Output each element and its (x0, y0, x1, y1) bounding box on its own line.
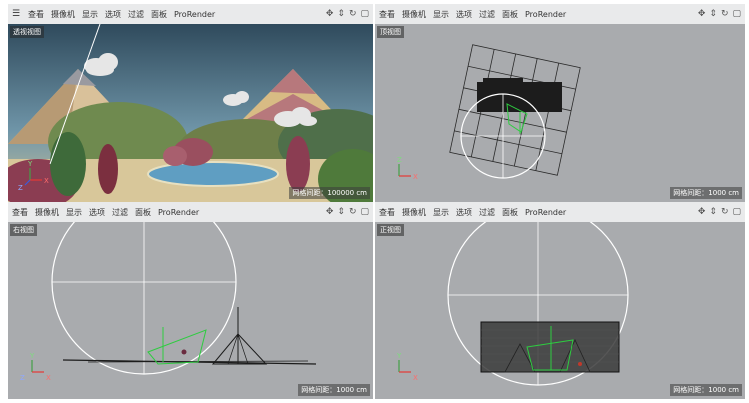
menu-prorender[interactable]: ProRender (174, 10, 215, 19)
svg-text:Z: Z (20, 374, 25, 382)
svg-text:Y: Y (29, 352, 35, 360)
menu-panel[interactable]: 面板 (151, 9, 167, 20)
svg-text:X: X (413, 374, 418, 382)
menu-display[interactable]: 显示 (82, 9, 98, 20)
menu-display[interactable]: 显示 (433, 9, 449, 20)
front-scene: Y X (396, 222, 629, 386)
nav-icons: ✥ ⇕ ↻ ▢ (694, 202, 741, 222)
viewport-label: 右视图 (10, 224, 37, 236)
viewport-top[interactable]: Z X 顶视图 网格间距：1000 cm (375, 24, 745, 202)
zoom-icon[interactable]: ⇕ (337, 9, 345, 19)
viewport-perspective[interactable]: Y X Z 透视视图 网格间距：100000 cm (8, 24, 373, 202)
menu-display[interactable]: 显示 (433, 207, 449, 218)
grid-spacing-label: 网格间距：1000 cm (298, 384, 370, 396)
nav-icons: ✥ ⇕ ↻ ▢ (322, 4, 369, 24)
menu-view[interactable]: 查看 (12, 207, 28, 218)
menu-view[interactable]: 查看 (28, 9, 44, 20)
menu-view[interactable]: 查看 (379, 207, 395, 218)
menu-view[interactable]: 查看 (379, 9, 395, 20)
menu-prorender[interactable]: ProRender (525, 208, 566, 217)
move-icon[interactable]: ✥ (698, 207, 706, 217)
svg-text:Z: Z (18, 184, 23, 192)
rotate-icon[interactable]: ↻ (349, 9, 357, 19)
menu-panel[interactable]: 面板 (502, 9, 518, 20)
menu-options[interactable]: 选项 (456, 207, 472, 218)
perspective-scene: Y X Z (8, 24, 373, 202)
rotate-icon[interactable]: ↻ (721, 9, 729, 19)
menubar-perspective: ☰ 查看 摄像机 显示 选项 过滤 面板 ProRender ✥ ⇕ ↻ ▢ (8, 4, 373, 24)
viewport-label: 顶视图 (377, 26, 404, 38)
menu-prorender[interactable]: ProRender (525, 10, 566, 19)
menu-display[interactable]: 显示 (66, 207, 82, 218)
menu-filter[interactable]: 过滤 (128, 9, 144, 20)
viewport-label: 透视视图 (10, 26, 44, 38)
menu-options[interactable]: 选项 (456, 9, 472, 20)
svg-text:Y: Y (396, 352, 402, 360)
grid-spacing-label: 网格间距：1000 cm (670, 384, 742, 396)
maximize-icon[interactable]: ▢ (360, 9, 369, 19)
viewport-front[interactable]: Y X 正视图 网格间距：1000 cm (375, 222, 745, 399)
viewport-layout: ☰ 查看 摄像机 显示 选项 过滤 面板 ProRender ✥ ⇕ ↻ ▢ 查… (0, 0, 749, 403)
nav-icons: ✥ ⇕ ↻ ▢ (322, 202, 369, 222)
maximize-icon[interactable]: ▢ (360, 207, 369, 217)
rotate-icon[interactable]: ↻ (721, 207, 729, 217)
menu-options[interactable]: 选项 (89, 207, 105, 218)
menu-panel[interactable]: 面板 (135, 207, 151, 218)
grid-spacing-label: 网格间距：100000 cm (289, 187, 370, 199)
zoom-icon[interactable]: ⇕ (709, 207, 717, 217)
svg-text:X: X (413, 173, 418, 181)
menu-filter[interactable]: 过滤 (112, 207, 128, 218)
rotate-icon[interactable]: ↻ (349, 207, 357, 217)
menu-filter[interactable]: 过滤 (479, 9, 495, 20)
menubar-top: 查看 摄像机 显示 选项 过滤 面板 ProRender ✥ ⇕ ↻ ▢ (375, 4, 745, 24)
move-icon[interactable]: ✥ (326, 207, 334, 217)
top-scene: Z X (397, 44, 581, 181)
svg-text:Z: Z (397, 156, 402, 164)
grid-spacing-label: 网格间距：1000 cm (670, 187, 742, 199)
menubar-front: 查看 摄像机 显示 选项 过滤 面板 ProRender ✥ ⇕ ↻ ▢ (375, 202, 745, 222)
svg-text:Y: Y (27, 160, 33, 168)
menu-icon[interactable]: ☰ (12, 9, 22, 19)
zoom-icon[interactable]: ⇕ (337, 207, 345, 217)
menubar-right: 查看 摄像机 显示 选项 过滤 面板 ProRender ✥ ⇕ ↻ ▢ (8, 202, 373, 222)
move-icon[interactable]: ✥ (698, 9, 706, 19)
menu-camera[interactable]: 摄像机 (402, 207, 426, 218)
menu-camera[interactable]: 摄像机 (35, 207, 59, 218)
svg-text:X: X (44, 177, 49, 185)
menu-camera[interactable]: 摄像机 (402, 9, 426, 20)
maximize-icon[interactable]: ▢ (732, 207, 741, 217)
menu-panel[interactable]: 面板 (502, 207, 518, 218)
menu-options[interactable]: 选项 (105, 9, 121, 20)
right-scene: Y Z X (20, 222, 317, 382)
maximize-icon[interactable]: ▢ (732, 9, 741, 19)
move-icon[interactable]: ✥ (326, 9, 334, 19)
svg-text:X: X (46, 374, 51, 382)
menu-prorender[interactable]: ProRender (158, 208, 199, 217)
nav-icons: ✥ ⇕ ↻ ▢ (694, 4, 741, 24)
viewport-label: 正视图 (377, 224, 404, 236)
zoom-icon[interactable]: ⇕ (709, 9, 717, 19)
menu-filter[interactable]: 过滤 (479, 207, 495, 218)
menu-camera[interactable]: 摄像机 (51, 9, 75, 20)
viewport-right[interactable]: Y Z X 右视图 网格间距：1000 cm (8, 222, 373, 399)
